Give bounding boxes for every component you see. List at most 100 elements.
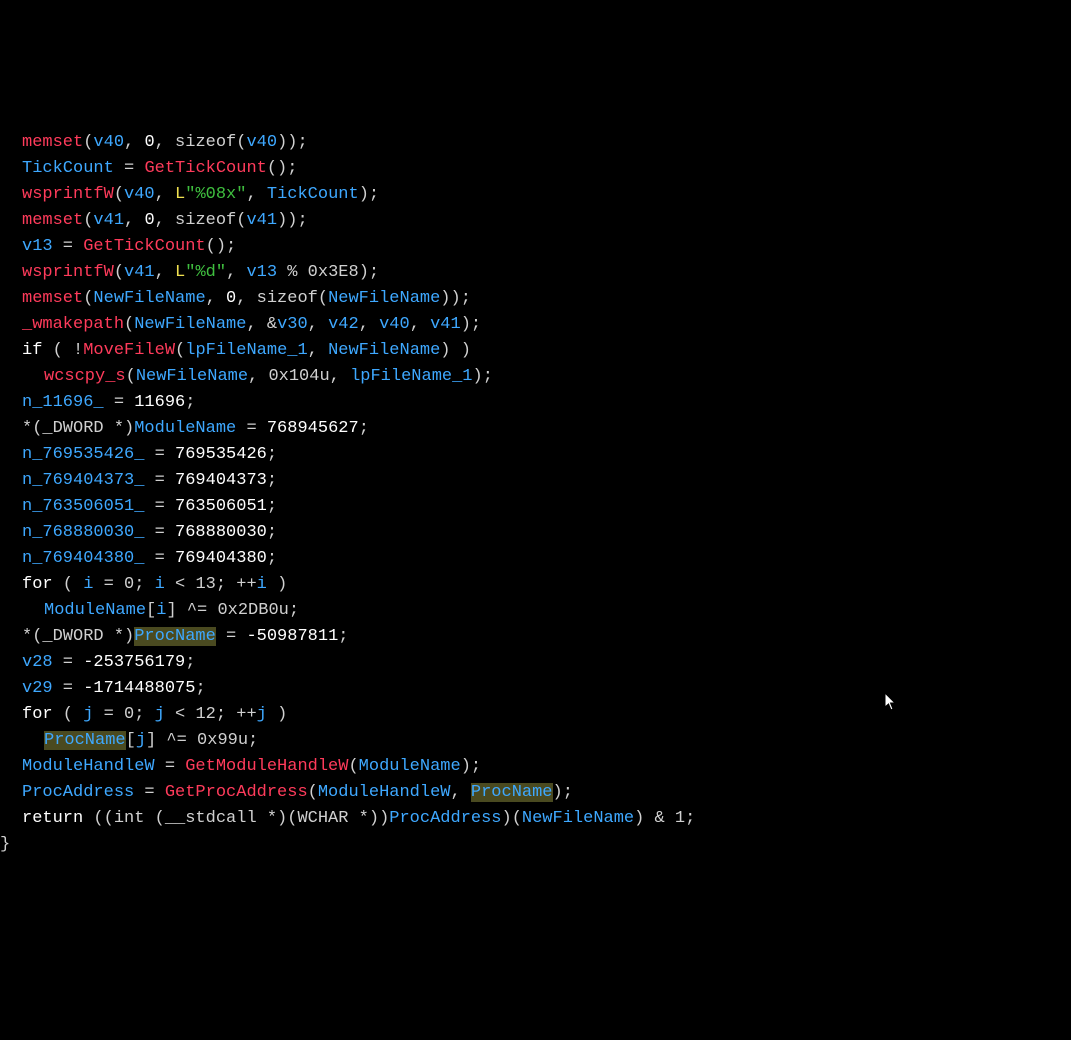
p: ( (126, 367, 136, 386)
p: = 0; (93, 705, 154, 724)
var-TickCount: TickCount (267, 185, 359, 204)
p: ); (359, 185, 379, 204)
p: ; (267, 523, 277, 542)
cast: *(_DWORD *) (22, 627, 134, 646)
var-j: j (257, 705, 267, 724)
var-v13: v13 (246, 263, 277, 282)
closing-brace: } (0, 835, 10, 854)
p: , (246, 315, 266, 334)
var-NewFileName: NewFileName (328, 289, 440, 308)
num: 768880030 (175, 523, 267, 542)
p: ( (308, 783, 318, 802)
var-ProcName: ProcName (471, 783, 553, 802)
num: -1714488075 (83, 679, 195, 698)
p: ( (53, 575, 84, 594)
p: ; (267, 549, 277, 568)
p: ( (114, 263, 124, 282)
p: , (155, 185, 175, 204)
fn-GetModuleHandleW: GetModuleHandleW (185, 757, 348, 776)
str: "%08x" (185, 185, 246, 204)
var-NewFileName: NewFileName (134, 315, 246, 334)
var-ModuleName: ModuleName (359, 757, 461, 776)
var-v40: v40 (246, 133, 277, 152)
num: 769404373 (175, 471, 267, 490)
kw-sizeof: sizeof (175, 211, 236, 230)
num: 769404380 (175, 549, 267, 568)
var-v30: v30 (277, 315, 308, 334)
p: = (53, 679, 84, 698)
p: ; (267, 471, 277, 490)
p: ((int (__stdcall *)(WCHAR *)) (83, 809, 389, 828)
p: ( (124, 315, 134, 334)
p: [ (146, 601, 156, 620)
p: ; (359, 419, 369, 438)
var-n769535426: n_769535426_ (22, 445, 144, 464)
str-prefix: L (175, 263, 185, 282)
fn-memset: memset (22, 133, 83, 152)
p: = (144, 549, 175, 568)
cast: *(_DWORD *) (22, 419, 134, 438)
p: ( (83, 211, 93, 230)
p: ( (114, 185, 124, 204)
kw-if: if (22, 341, 42, 360)
p: , (124, 211, 144, 230)
p: ); (461, 315, 481, 334)
p: , (410, 315, 430, 334)
p: ( (175, 341, 185, 360)
var-n768880030: n_768880030_ (22, 523, 144, 542)
p: ^= 0x99u; (156, 731, 258, 750)
p: ); (359, 263, 379, 282)
num: 769535426 (175, 445, 267, 464)
p: % 0x3E8 (277, 263, 359, 282)
var-v40: v40 (93, 133, 124, 152)
var-ModuleHandleW: ModuleHandleW (318, 783, 451, 802)
p: ( (236, 211, 246, 230)
p: , (206, 289, 226, 308)
var-v13: v13 (22, 237, 53, 256)
p: = (144, 497, 175, 516)
kw-return: return (22, 809, 83, 828)
num: 0 (226, 289, 236, 308)
var-TickCount: TickCount (22, 159, 114, 178)
var-v29: v29 (22, 679, 53, 698)
p: )); (277, 211, 308, 230)
fn-memset: memset (22, 289, 83, 308)
p: ( (42, 341, 73, 360)
p: ( (83, 133, 93, 152)
p: , (308, 341, 328, 360)
p: = (134, 783, 165, 802)
var-ProcName: ProcName (44, 731, 126, 750)
p: )( (502, 809, 522, 828)
p: ; (185, 653, 195, 672)
var-v41: v41 (246, 211, 277, 230)
p: , (124, 133, 144, 152)
p: ; (185, 393, 195, 412)
var-ModuleName: ModuleName (44, 601, 146, 620)
kw-sizeof: sizeof (257, 289, 318, 308)
var-v41: v41 (124, 263, 155, 282)
num: 763506051 (175, 497, 267, 516)
p: < 13; ++ (165, 575, 257, 594)
fn-MoveFileW: MoveFileW (83, 341, 175, 360)
var-v40: v40 (124, 185, 155, 204)
var-i: i (155, 575, 165, 594)
p: ^= 0x2DB0u; (177, 601, 299, 620)
p: = (236, 419, 267, 438)
p: = (216, 627, 247, 646)
var-n763506051: n_763506051_ (22, 497, 144, 516)
fn-wcscpy_s: wcscpy_s (44, 367, 126, 386)
p: = (144, 523, 175, 542)
num: 0 (144, 211, 154, 230)
var-ModuleHandleW: ModuleHandleW (22, 757, 155, 776)
p: ] (146, 731, 156, 750)
var-lpFileName_1: lpFileName_1 (185, 341, 307, 360)
p: & 1; (644, 809, 695, 828)
p: , (308, 315, 328, 334)
p: = (104, 393, 135, 412)
var-n769404380: n_769404380_ (22, 549, 144, 568)
p: , (236, 289, 256, 308)
var-ProcAddress: ProcAddress (389, 809, 501, 828)
var-v42: v42 (328, 315, 359, 334)
str-prefix: L (175, 185, 185, 204)
p: ( (348, 757, 358, 776)
